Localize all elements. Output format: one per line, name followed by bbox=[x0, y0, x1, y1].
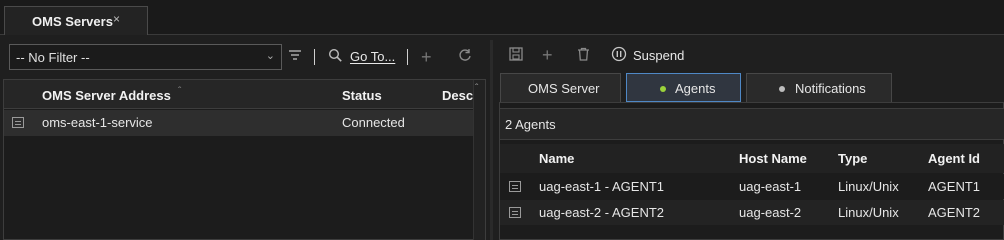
cell-name: uag-east-1 - AGENT1 bbox=[539, 179, 664, 194]
row-icon bbox=[509, 207, 521, 218]
toolbar-separator bbox=[407, 49, 408, 65]
agents-grid-header: Name Host Name Type Agent Id bbox=[500, 144, 1004, 173]
chevron-down-icon: ⌄ bbox=[265, 50, 275, 62]
tab-label: Notifications bbox=[795, 81, 866, 96]
column-header-type[interactable]: Type bbox=[838, 151, 867, 166]
table-row[interactable]: uag-east-1 - AGENT1 uag-east-1 Linux/Uni… bbox=[500, 174, 1004, 199]
suspend-button[interactable]: Suspend bbox=[633, 48, 684, 63]
filter-value: -- No Filter -- bbox=[16, 50, 90, 65]
tab-oms-servers[interactable]: OMS Servers × bbox=[4, 6, 148, 35]
close-icon[interactable]: × bbox=[113, 12, 120, 26]
add-icon[interactable]: + bbox=[421, 48, 432, 66]
column-header-status[interactable]: Status bbox=[342, 88, 382, 103]
cell-type: Linux/Unix bbox=[838, 205, 899, 220]
cell-host: uag-east-2 bbox=[739, 205, 802, 220]
table-row[interactable]: oms-east-1-service Connected bbox=[4, 110, 473, 136]
delete-icon[interactable] bbox=[577, 47, 590, 64]
tab-label: OMS Server bbox=[528, 81, 600, 96]
add-agent-icon[interactable]: + bbox=[542, 46, 553, 64]
cell-host: uag-east-1 bbox=[739, 179, 802, 194]
row-icon bbox=[12, 117, 24, 128]
column-header-agent-id[interactable]: Agent Id bbox=[928, 151, 980, 166]
document-tab-bar bbox=[0, 0, 1004, 35]
cell-agent-id: AGENT2 bbox=[928, 205, 981, 220]
column-header-name[interactable]: Name bbox=[539, 151, 574, 166]
tab-notifications[interactable]: Notifications bbox=[746, 73, 892, 102]
column-header-description[interactable]: Desc bbox=[442, 88, 474, 103]
filter-icon[interactable] bbox=[288, 48, 302, 65]
agents-count: 2 Agents bbox=[505, 117, 556, 132]
cell-status: Connected bbox=[342, 115, 405, 130]
cell-agent-id: AGENT1 bbox=[928, 179, 981, 194]
cell-name: uag-east-2 - AGENT2 bbox=[539, 205, 664, 220]
row-icon bbox=[509, 181, 521, 192]
scroll-up-icon[interactable]: ˆ bbox=[475, 84, 478, 94]
grid-header: OMS Server Address ˆ Status Desc bbox=[4, 80, 485, 109]
tab-oms-server[interactable]: OMS Server bbox=[500, 73, 621, 102]
status-dot-icon bbox=[660, 86, 666, 92]
tab-label: Agents bbox=[675, 81, 716, 96]
status-dot-icon bbox=[779, 86, 785, 92]
save-icon[interactable] bbox=[509, 47, 523, 64]
tab-title: OMS Servers bbox=[32, 14, 113, 29]
table-row[interactable]: uag-east-2 - AGENT2 uag-east-2 Linux/Uni… bbox=[500, 200, 1004, 225]
vertical-scrollbar[interactable]: ˆ bbox=[473, 80, 485, 240]
column-header-address[interactable]: OMS Server Address bbox=[42, 88, 171, 103]
sort-asc-icon: ˆ bbox=[178, 86, 182, 97]
column-header-host-name[interactable]: Host Name bbox=[739, 151, 807, 166]
agents-count-bar: 2 Agents bbox=[500, 108, 1004, 140]
toolbar-separator bbox=[314, 49, 315, 65]
cell-address: oms-east-1-service bbox=[42, 115, 153, 130]
pause-icon[interactable] bbox=[611, 46, 627, 65]
refresh-icon[interactable] bbox=[458, 48, 472, 65]
filter-select[interactable]: -- No Filter -- ⌄ bbox=[9, 44, 282, 70]
panel-splitter[interactable] bbox=[490, 40, 493, 240]
tab-agents[interactable]: Agents bbox=[626, 73, 741, 102]
search-icon[interactable] bbox=[328, 48, 343, 66]
cell-type: Linux/Unix bbox=[838, 179, 899, 194]
goto-button[interactable]: Go To... bbox=[350, 49, 395, 64]
